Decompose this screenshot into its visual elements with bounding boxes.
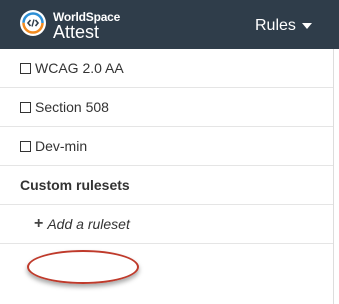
ruleset-option-wcag[interactable]: WCAG 2.0 AA <box>0 49 333 88</box>
worldspace-logo-icon <box>20 10 46 36</box>
ruleset-option-section-508[interactable]: Section 508 <box>0 88 333 127</box>
ruleset-label: Dev-min <box>35 138 88 154</box>
checkbox[interactable] <box>20 140 31 152</box>
section-title: Custom rulesets <box>20 177 130 193</box>
caret-down-icon <box>301 23 312 29</box>
rules-menu-button[interactable]: Rules <box>255 15 312 37</box>
ruleset-option-dev-min[interactable]: Dev-min <box>0 127 333 166</box>
app-frame: WorldSpace Attest Rules WCAG 2.0 AA Sect… <box>0 0 339 304</box>
ruleset-label: WCAG 2.0 AA <box>35 60 124 76</box>
add-ruleset-button[interactable]: + Add a ruleset <box>0 205 333 244</box>
product-name: Attest <box>53 22 100 42</box>
checkbox[interactable] <box>20 62 31 74</box>
add-ruleset-label: Add a ruleset <box>47 216 130 232</box>
ruleset-label: Section 508 <box>35 99 109 115</box>
highlight-annotation-ellipse <box>27 250 139 284</box>
top-navigation-bar: WorldSpace Attest Rules <box>0 0 339 49</box>
plus-icon: + <box>34 215 44 232</box>
rules-menu-label: Rules <box>255 17 296 34</box>
checkbox[interactable] <box>20 101 31 113</box>
custom-rulesets-header: Custom rulesets <box>0 166 333 205</box>
